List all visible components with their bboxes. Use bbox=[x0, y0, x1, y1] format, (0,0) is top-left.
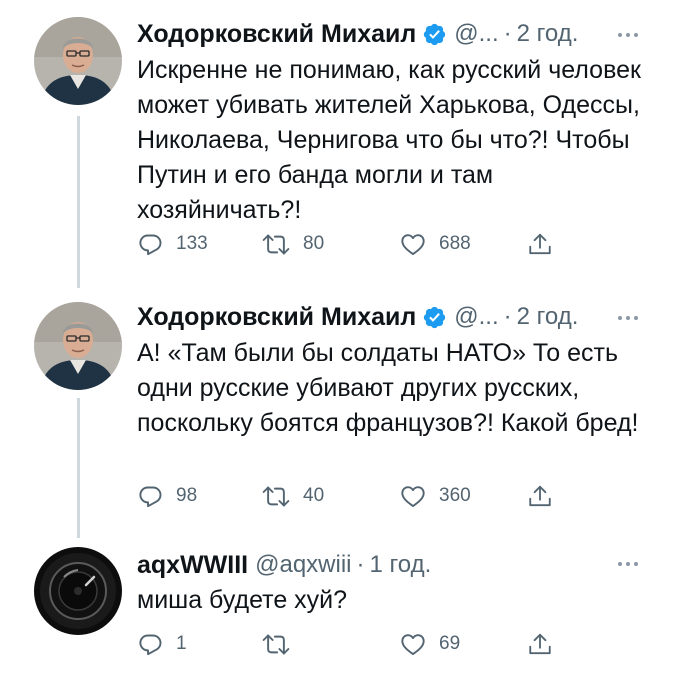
separator: · bbox=[503, 303, 512, 330]
author-name[interactable]: Ходорковский Михаил bbox=[137, 20, 416, 49]
like-count: 688 bbox=[439, 233, 471, 254]
verified-badge-icon bbox=[422, 305, 447, 330]
tweet[interactable]: Ходорковский Михаил @... · 2 год. Искрен… bbox=[0, 0, 676, 285]
more-icon[interactable] bbox=[618, 562, 638, 566]
timestamp[interactable]: 2 год. bbox=[517, 20, 579, 48]
verified-badge-icon bbox=[422, 22, 447, 47]
retweet-button[interactable]: 80 bbox=[261, 229, 324, 259]
tweet-text: Искренне не понимаю, как русский человек… bbox=[137, 56, 641, 224]
share-button[interactable] bbox=[527, 481, 553, 511]
tweet-actions: 98 40 360 bbox=[137, 481, 567, 511]
author-handle[interactable]: @... bbox=[454, 303, 498, 331]
like-button[interactable]: 360 bbox=[399, 481, 471, 511]
reply-button[interactable]: 1 bbox=[137, 629, 187, 659]
tweet-actions: 133 80 688 bbox=[137, 229, 567, 259]
retweet-icon bbox=[262, 486, 290, 506]
like-icon bbox=[401, 633, 425, 655]
avatar[interactable] bbox=[34, 547, 122, 635]
tweet-text: А! «Там были бы солдаты НАТО» То есть од… bbox=[137, 339, 639, 437]
author-handle[interactable]: @... bbox=[454, 20, 498, 48]
separator: · bbox=[356, 551, 365, 578]
separator: · bbox=[503, 20, 512, 47]
share-icon bbox=[529, 633, 551, 654]
reply-button[interactable]: 133 bbox=[137, 229, 208, 259]
tweet[interactable]: Ходорковский Михаил @... · 2 год. А! «Та… bbox=[0, 285, 676, 535]
share-button[interactable] bbox=[527, 229, 553, 259]
like-count: 360 bbox=[439, 485, 471, 506]
like-button[interactable]: 688 bbox=[399, 229, 471, 259]
avatar[interactable] bbox=[34, 17, 122, 105]
tweet-header: aqxWWIII @aqxwiii · 1 год. bbox=[137, 548, 431, 582]
share-button[interactable] bbox=[527, 629, 553, 659]
tweet[interactable]: aqxWWIII @aqxwiii · 1 год. миша будете х… bbox=[0, 535, 676, 680]
tweet-actions: 1 69 bbox=[137, 629, 567, 659]
more-icon[interactable] bbox=[618, 33, 638, 37]
like-count: 69 bbox=[439, 633, 461, 654]
author-handle[interactable]: @aqxwiii bbox=[255, 551, 351, 579]
avatar[interactable] bbox=[34, 302, 122, 390]
share-icon bbox=[529, 233, 551, 254]
timestamp[interactable]: 2 год. bbox=[517, 303, 579, 331]
retweet-icon bbox=[262, 634, 290, 654]
reply-count: 98 bbox=[176, 485, 198, 506]
like-icon bbox=[401, 233, 425, 255]
share-icon bbox=[529, 485, 551, 506]
retweet-button[interactable] bbox=[261, 629, 303, 659]
reply-icon bbox=[139, 634, 162, 655]
tweet-text: миша будете хуй? bbox=[137, 586, 348, 614]
reply-button[interactable]: 98 bbox=[137, 481, 197, 511]
more-icon[interactable] bbox=[618, 316, 638, 320]
retweet-button[interactable]: 40 bbox=[261, 481, 324, 511]
author-name[interactable]: aqxWWIII bbox=[137, 551, 248, 580]
like-icon bbox=[401, 485, 425, 507]
author-name[interactable]: Ходорковский Михаил bbox=[137, 303, 416, 332]
like-button[interactable]: 69 bbox=[399, 629, 460, 659]
reply-icon bbox=[139, 234, 162, 255]
timestamp[interactable]: 1 год. bbox=[370, 551, 432, 579]
reply-count: 1 bbox=[176, 633, 187, 654]
tweet-header: Ходорковский Михаил @... · 2 год. bbox=[137, 17, 578, 51]
reply-icon bbox=[139, 486, 162, 507]
retweet-count: 40 bbox=[303, 485, 325, 506]
retweet-icon bbox=[262, 234, 290, 254]
retweet-count: 80 bbox=[303, 233, 325, 254]
reply-count: 133 bbox=[176, 233, 208, 254]
tweet-header: Ходорковский Михаил @... · 2 год. bbox=[137, 300, 578, 334]
